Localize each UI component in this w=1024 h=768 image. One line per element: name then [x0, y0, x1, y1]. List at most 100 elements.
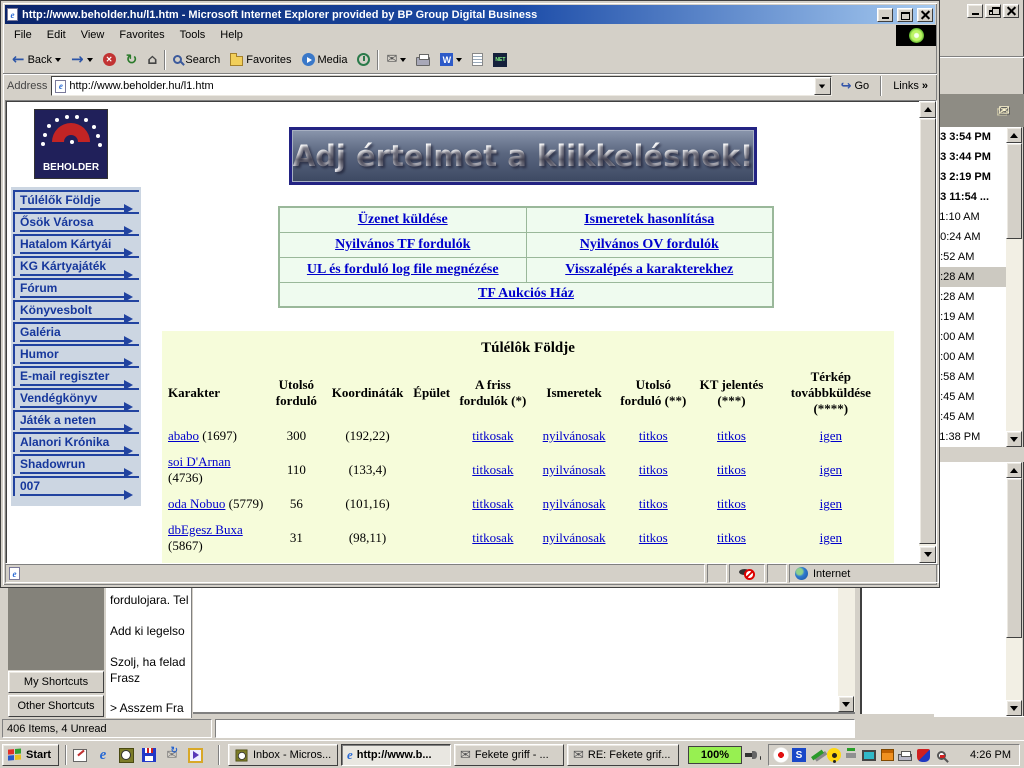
tray-window-icon[interactable] [879, 747, 895, 763]
other-shortcuts-button[interactable]: Other Shortcuts [8, 695, 104, 717]
sidebar-item-007[interactable]: 007 [13, 476, 139, 496]
message-list-scrollbar[interactable] [1006, 127, 1022, 447]
knowledge-link[interactable]: nyilvánosak [543, 530, 606, 545]
promo-banner[interactable]: Adj értelmet a klikkelésnek! [289, 127, 757, 185]
character-link[interactable]: dbEgesz Buxa [168, 522, 243, 537]
scroll-up-button[interactable] [1006, 462, 1022, 478]
tray-network-icon[interactable] [809, 747, 825, 763]
sidebar-item-humor[interactable]: Humor [13, 344, 139, 364]
sidebar-item-osok-varosa[interactable]: Ősök Városa [13, 212, 139, 232]
go-button[interactable]: Go [836, 76, 875, 96]
media-player-icon[interactable] [185, 745, 205, 765]
sidebar-item-email-regiszter[interactable]: E-mail regiszter [13, 366, 139, 386]
link-ul-log-file[interactable]: UL és forduló log file megnézése [307, 262, 499, 277]
kt-report-link[interactable]: titkos [717, 462, 746, 477]
status-privacy-panel[interactable] [729, 564, 765, 583]
knowledge-link[interactable]: nyilvánosak [543, 428, 606, 443]
mail-dropdown-icon[interactable] [400, 58, 406, 62]
last-turn-link[interactable]: titkos [639, 496, 668, 511]
edit-button[interactable] [435, 48, 467, 72]
tray-system-icon[interactable]: S [791, 747, 807, 763]
menu-help[interactable]: Help [213, 26, 250, 44]
map-forward-link[interactable]: igen [820, 462, 842, 477]
scrollbar-thumb[interactable] [919, 118, 936, 544]
sidebar-item-jatek-a-neten[interactable]: Játék a neten [13, 410, 139, 430]
knowledge-link[interactable]: nyilvánosak [543, 496, 606, 511]
address-dropdown-button[interactable] [814, 77, 831, 95]
tray-removable-hw-icon[interactable] [843, 747, 859, 763]
outlook-column-header[interactable] [932, 94, 1024, 127]
home-button[interactable] [142, 48, 162, 72]
mail-sync-icon[interactable] [162, 745, 182, 765]
last-turn-link[interactable]: titkos [639, 530, 668, 545]
fresh-turns-link[interactable]: titkosak [472, 496, 513, 511]
character-link[interactable]: soi D'Arnan [168, 454, 231, 469]
link-visszalepes-karakterekhez[interactable]: Visszalépés a karakterekhez [565, 262, 733, 277]
backup-floppy-icon[interactable] [139, 745, 159, 765]
character-link[interactable]: ababo [168, 428, 199, 443]
scroll-down-button[interactable] [919, 546, 936, 563]
sidebar-item-forum[interactable]: Fórum [13, 278, 139, 298]
print-button[interactable] [411, 48, 435, 72]
favorites-button[interactable]: Favorites [225, 48, 296, 72]
scroll-down-button[interactable] [1006, 431, 1022, 447]
sidebar-item-shadowrun[interactable]: Shadowrun [13, 454, 139, 474]
message-list-item[interactable]: 9:52 AM [932, 247, 1006, 267]
link-nyilvanos-tf-fordulok[interactable]: Nyilvános TF fordulók [335, 237, 470, 252]
task-mail-2[interactable]: RE: Fekete grif... [567, 744, 679, 766]
message-list-item[interactable]: 9:00 AM [932, 347, 1006, 367]
sidebar-item-tulelok-foldje[interactable]: Túlélők Földje [13, 190, 139, 210]
kt-report-link[interactable]: titkos [717, 496, 746, 511]
history-button[interactable] [352, 48, 375, 72]
map-forward-link[interactable]: igen [820, 530, 842, 545]
tray-shield-icon[interactable] [915, 747, 931, 763]
edit-dropdown-icon[interactable] [456, 58, 462, 62]
ie-titlebar[interactable]: http://www.beholder.hu/l1.htm - Microsof… [5, 5, 935, 24]
link-tf-aukcios-haz[interactable]: TF Aukciós Ház [478, 286, 574, 301]
back-button[interactable]: Back [7, 48, 66, 72]
message-list-item[interactable]: 03 3:54 PM [932, 127, 1006, 147]
message-list-item[interactable]: 7:45 AM [932, 387, 1006, 407]
my-shortcuts-button[interactable]: My Shortcuts [8, 671, 104, 693]
message-list-item[interactable]: 9:28 AM [932, 287, 1006, 307]
back-dropdown-icon[interactable] [55, 58, 61, 62]
close-button[interactable] [917, 8, 933, 22]
link-ismeretek-hasonlitasa[interactable]: Ismeretek hasonlítása [584, 212, 714, 227]
last-turn-link[interactable]: titkos [639, 428, 668, 443]
scrollbar-thumb[interactable] [1006, 143, 1022, 239]
page-scrollbar[interactable] [919, 101, 936, 563]
show-desktop-icon[interactable] [70, 745, 90, 765]
taskbar-clock[interactable]: 4:26 PM [970, 749, 1019, 761]
message-list-item[interactable]: 03 2:19 PM [932, 167, 1006, 187]
outlook-pane-divider[interactable] [932, 447, 1024, 462]
outlook-close-button[interactable] [1003, 4, 1019, 18]
message-list-item[interactable]: 10:24 AM [932, 227, 1006, 247]
kt-report-link[interactable]: titkos [717, 428, 746, 443]
forward-button[interactable] [66, 48, 98, 72]
message-list-item[interactable]: 03 3:44 PM [932, 147, 1006, 167]
menu-view[interactable]: View [74, 26, 112, 44]
scroll-up-button[interactable] [1006, 127, 1022, 143]
battery-indicator[interactable]: 100% [688, 746, 742, 764]
task-mail-1[interactable]: Fekete griff - ... [454, 744, 564, 766]
message-list-item[interactable]: 9:00 AM [932, 327, 1006, 347]
message-list-item[interactable]: 03 11:54 ... [932, 187, 1006, 207]
task-inbox[interactable]: Inbox - Micros... [228, 744, 338, 766]
character-link[interactable]: oda Nobuo [168, 496, 225, 511]
last-turn-link[interactable]: titkos [639, 462, 668, 477]
internet-explorer-icon[interactable]: e [93, 745, 113, 765]
knowledge-link[interactable]: nyilvánosak [543, 462, 606, 477]
menu-file[interactable]: File [7, 26, 39, 44]
menu-tools[interactable]: Tools [173, 26, 213, 44]
outlook-restore-button[interactable] [985, 4, 1001, 18]
scroll-down-button[interactable] [1006, 700, 1022, 716]
links-button[interactable]: Links» [888, 76, 933, 96]
map-forward-link[interactable]: igen [820, 496, 842, 511]
sidebar-item-vendegkonyv[interactable]: Vendégkönyv [13, 388, 139, 408]
tray-icq-icon[interactable] [827, 748, 841, 762]
map-forward-link[interactable]: igen [820, 428, 842, 443]
maximize-button[interactable] [897, 8, 913, 22]
link-nyilvanos-ov-fordulok[interactable]: Nyilvános OV fordulók [580, 237, 719, 252]
mail-button[interactable] [381, 48, 411, 72]
preview-pane-scrollbar[interactable] [1006, 462, 1022, 716]
